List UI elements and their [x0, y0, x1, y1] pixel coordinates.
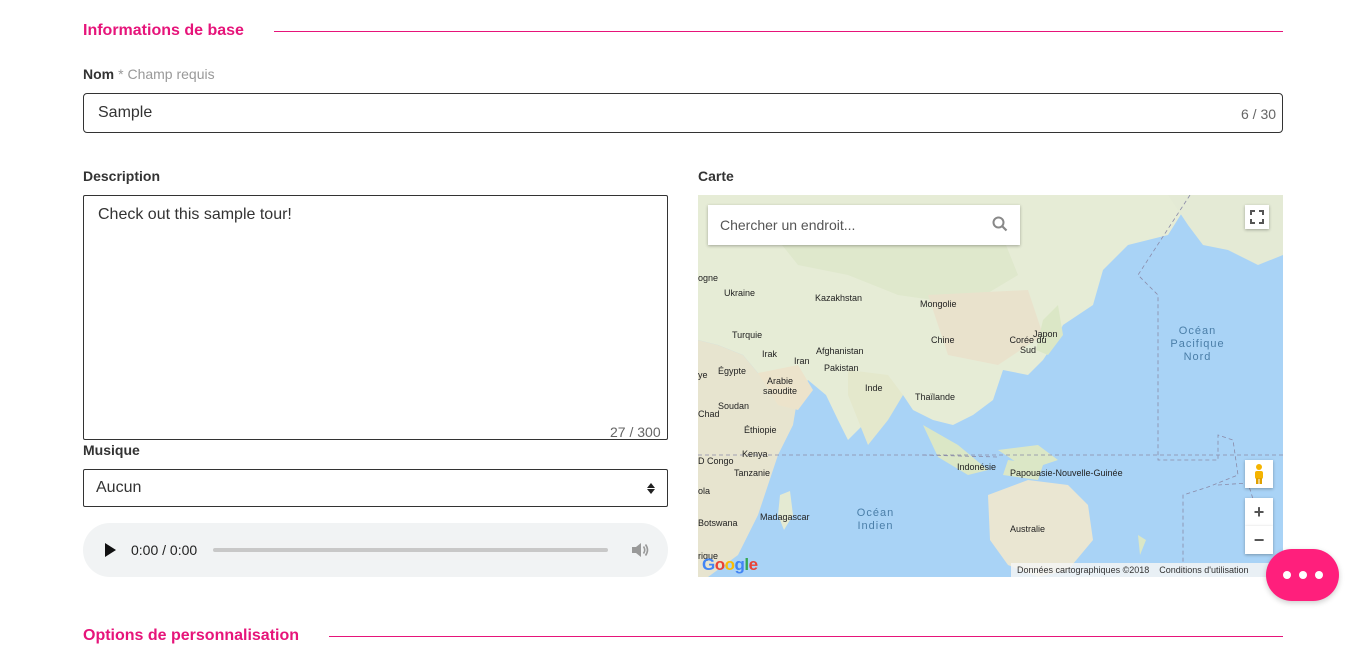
description-textarea[interactable]: Check out this sample tour! — [83, 195, 668, 440]
zoom-out-button[interactable]: − — [1245, 526, 1273, 554]
minus-icon: − — [1253, 529, 1265, 550]
map-place-label: Mongolie — [920, 299, 957, 309]
map-place-label: Inde — [865, 383, 883, 393]
map-place-label: Iran — [794, 356, 810, 366]
section-basic-header: Informations de base — [83, 22, 1283, 40]
map-place-label: Égypte — [718, 366, 747, 376]
play-icon[interactable] — [105, 543, 116, 557]
section-title: Options de personnalisation — [83, 627, 300, 644]
audio-seek-bar[interactable] — [213, 548, 608, 552]
music-select[interactable]: Aucun — [83, 469, 668, 507]
map-place-label: Chine — [931, 335, 955, 345]
map-place-label: Australie — [1010, 524, 1046, 534]
map-attribution: Données cartographiques ©2018 — [1017, 565, 1150, 575]
select-arrows-icon — [647, 482, 655, 494]
dot-icon — [1298, 571, 1307, 579]
map-label: Carte — [698, 168, 734, 184]
map-place-label: ogne — [698, 273, 719, 283]
name-counter: 6 / 30 — [1241, 106, 1277, 122]
map-place-label: Soudan — [718, 401, 750, 411]
map-place-label: Papouasie-Nouvelle-Guinée — [1010, 468, 1123, 478]
dot-icon — [1314, 571, 1323, 579]
map-place-label: D Congo — [698, 456, 734, 466]
name-label: Nom * Champ requis — [83, 66, 215, 82]
map-place-label: Japon — [1033, 329, 1058, 339]
map-place-label: Kenya — [742, 449, 768, 459]
section-custom-header: Options de personnalisation — [83, 627, 1283, 645]
volume-icon[interactable] — [630, 541, 650, 559]
map-terms-link[interactable]: Conditions d'utilisation — [1159, 565, 1248, 575]
music-label: Musique — [83, 442, 140, 458]
audio-time: 0:00 / 0:00 — [131, 542, 198, 558]
ocean-label: Océan Pacifique Nord — [1170, 325, 1225, 363]
description-counter: 27 / 300 — [610, 424, 661, 440]
map-place-label: ola — [698, 486, 711, 496]
map-place-label: Kazakhstan — [815, 293, 863, 303]
google-logo: Google — [702, 555, 758, 574]
search-icon[interactable] — [992, 216, 1008, 235]
map-place-label: Indonésie — [957, 462, 997, 472]
description-label: Description — [83, 168, 161, 184]
section-title: Informations de base — [83, 22, 244, 39]
map-place-label: Chad — [698, 409, 720, 419]
map-place-label: Irak — [762, 349, 778, 359]
map-search-input[interactable]: Chercher un endroit... — [708, 205, 1020, 245]
map-search-placeholder: Chercher un endroit... — [720, 217, 856, 233]
map-place-label: Botswana — [698, 518, 738, 528]
more-options-button[interactable] — [1266, 549, 1339, 601]
map-footer: Données cartographiques ©2018 Conditions… — [1011, 563, 1283, 577]
map-view[interactable]: ogne Ukraine Kazakhstan Mongolie Turquie… — [698, 195, 1283, 577]
description-value: Check out this sample tour! — [98, 206, 292, 223]
ocean-label: Océan Indien — [856, 507, 895, 532]
dot-icon — [1282, 571, 1291, 579]
zoom-in-button[interactable]: + — [1245, 498, 1273, 526]
name-input-value: Sample — [98, 104, 153, 121]
section-divider — [329, 635, 1283, 637]
plus-icon: + — [1253, 501, 1265, 522]
audio-player: 0:00 / 0:00 — [83, 523, 668, 577]
map-place-label: Turquie — [732, 330, 763, 340]
name-input[interactable]: Sample — [83, 93, 1283, 133]
required-note: * Champ requis — [118, 66, 215, 82]
section-divider — [273, 30, 1283, 32]
map-place-label: Ukraine — [724, 288, 756, 298]
music-select-value: Aucun — [96, 479, 142, 496]
map-place-label: Tanzanie — [734, 468, 771, 478]
street-view-pegman[interactable] — [1245, 460, 1273, 488]
name-label-text: Nom — [83, 66, 115, 82]
map-place-label: Thaïlande — [915, 392, 956, 402]
map-place-label: ye — [698, 370, 708, 380]
map-place-label: Madagascar — [760, 512, 810, 522]
fullscreen-button[interactable] — [1245, 205, 1269, 229]
fullscreen-icon — [1250, 210, 1264, 224]
map-place-label: Afghanistan — [816, 346, 864, 356]
map-place-label: Pakistan — [824, 363, 859, 373]
map-place-label: Éthiopie — [744, 425, 777, 435]
pegman-icon — [1255, 464, 1263, 484]
map-place-label: Arabie saoudite — [762, 376, 798, 396]
